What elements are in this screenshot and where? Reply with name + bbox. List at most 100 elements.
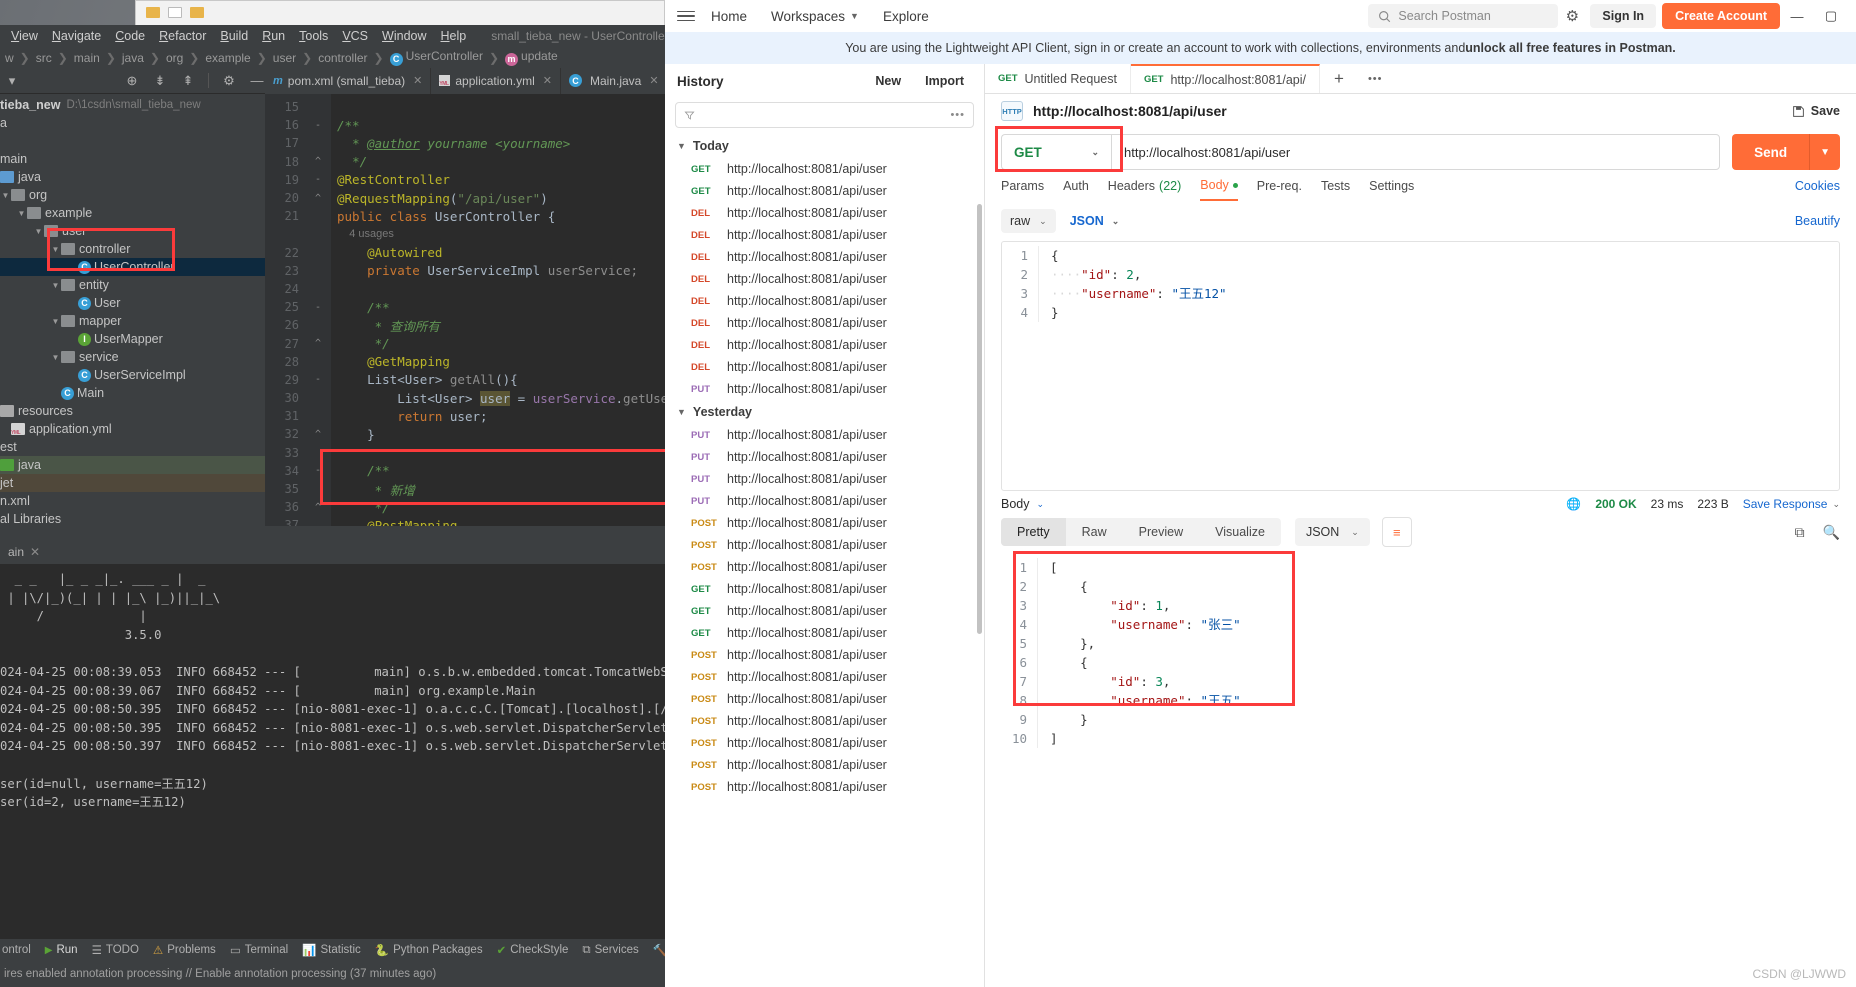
chevron-down-icon[interactable]: ▼: [50, 281, 61, 290]
breadcrumb-item-main[interactable]: main: [71, 51, 103, 65]
history-item[interactable]: POSThttp://localhost:8081/api/user: [665, 710, 984, 732]
response-view-raw[interactable]: Raw: [1066, 518, 1123, 546]
history-item[interactable]: GEThttp://localhost:8081/api/user: [665, 180, 984, 202]
hamburger-menu-icon[interactable]: [673, 3, 699, 29]
save-response-button[interactable]: Save Response ⌄: [1743, 497, 1840, 511]
tree-item-usermapper[interactable]: IUserMapper: [0, 330, 265, 348]
search-icon[interactable]: 🔍: [1823, 524, 1840, 541]
menu-item-view[interactable]: View: [4, 27, 45, 45]
tree-item-java[interactable]: java: [0, 456, 265, 474]
tree-item-org[interactable]: ▼org: [0, 186, 265, 204]
menu-item-window[interactable]: Window: [375, 27, 433, 45]
history-item[interactable]: POSThttp://localhost:8081/api/user: [665, 556, 984, 578]
menu-item-refactor[interactable]: Refactor: [152, 27, 213, 45]
fold-marker[interactable]: ^: [305, 338, 331, 349]
gear-icon[interactable]: ⚙: [221, 73, 237, 89]
tree-item-java[interactable]: java: [0, 168, 265, 186]
history-item[interactable]: PUThttp://localhost:8081/api/user: [665, 446, 984, 468]
status-item-build[interactable]: 🔨Build: [653, 943, 665, 957]
fold-marker[interactable]: -: [305, 302, 331, 313]
history-item[interactable]: GEThttp://localhost:8081/api/user: [665, 622, 984, 644]
tree-item-a[interactable]: a: [0, 114, 265, 132]
tree-item-entity[interactable]: ▼entity: [0, 276, 265, 294]
tree-item-n-xml[interactable]: n.xml: [0, 492, 265, 510]
chevron-down-icon[interactable]: ▾: [4, 73, 20, 89]
history-group-today[interactable]: ▼Today: [665, 134, 984, 158]
status-item-python-packages[interactable]: 🐍Python Packages: [375, 943, 483, 957]
breadcrumb-item-example[interactable]: example: [202, 51, 253, 65]
tree-item-main[interactable]: CMain: [0, 384, 265, 402]
request-subtab-auth[interactable]: Auth: [1063, 179, 1089, 200]
close-icon[interactable]: ✕: [413, 74, 422, 87]
history-item[interactable]: DELhttp://localhost:8081/api/user: [665, 312, 984, 334]
fold-marker[interactable]: -: [305, 174, 331, 185]
tree-item-jet[interactable]: jet: [0, 474, 265, 492]
tree-item-blank[interactable]: [0, 132, 265, 150]
history-item[interactable]: PUThttp://localhost:8081/api/user: [665, 468, 984, 490]
minimize-icon[interactable]: —: [249, 73, 265, 89]
tree-item-est[interactable]: est: [0, 438, 265, 456]
breadcrumb-item-w[interactable]: w: [2, 51, 17, 65]
collapse-all-icon[interactable]: ⇞: [180, 73, 196, 89]
request-subtab-pre-req-[interactable]: Pre-req.: [1257, 179, 1302, 200]
close-icon[interactable]: ✕: [649, 74, 658, 87]
history-item[interactable]: DELhttp://localhost:8081/api/user: [665, 290, 984, 312]
more-options-icon[interactable]: •••: [950, 109, 965, 121]
tree-item-userserviceimpl[interactable]: CUserServiceImpl: [0, 366, 265, 384]
history-scrollbar[interactable]: [977, 204, 982, 634]
banner-bold-text[interactable]: unlock all free features in Postman.: [1465, 41, 1675, 55]
tree-item-application-yml[interactable]: application.yml: [0, 420, 265, 438]
history-item[interactable]: POSThttp://localhost:8081/api/user: [665, 732, 984, 754]
fold-marker[interactable]: -: [305, 120, 331, 131]
menu-item-build[interactable]: Build: [213, 27, 255, 45]
close-icon[interactable]: ✕: [543, 74, 552, 87]
request-subtab-tests[interactable]: Tests: [1321, 179, 1350, 200]
history-item[interactable]: PUThttp://localhost:8081/api/user: [665, 490, 984, 512]
close-icon[interactable]: ✕: [30, 545, 40, 559]
history-group-yesterday[interactable]: ▼Yesterday: [665, 400, 984, 424]
code-editor[interactable]: 1516-/**17 * @author yourname <yourname>…: [265, 94, 665, 526]
history-item[interactable]: POSThttp://localhost:8081/api/user: [665, 688, 984, 710]
status-item-run[interactable]: ▶Run: [45, 944, 78, 956]
tree-item-usercontroller[interactable]: CUserController: [0, 258, 265, 276]
search-input[interactable]: Search Postman: [1368, 4, 1558, 28]
expand-all-icon[interactable]: ⇟: [152, 73, 168, 89]
tab-more-options-icon[interactable]: •••: [1358, 64, 1393, 93]
response-view-preview[interactable]: Preview: [1123, 518, 1199, 546]
status-item-statistic[interactable]: 📊Statistic: [302, 943, 361, 957]
menu-item-tools[interactable]: Tools: [292, 27, 335, 45]
send-options-chevron-icon[interactable]: ▼: [1809, 134, 1840, 170]
history-item[interactable]: POSThttp://localhost:8081/api/user: [665, 644, 984, 666]
run-tab-main[interactable]: ain ✕: [2, 545, 46, 559]
menu-item-navigate[interactable]: Navigate: [45, 27, 108, 45]
status-item-todo[interactable]: ☰TODO: [92, 943, 139, 957]
fold-marker[interactable]: ^: [305, 156, 331, 167]
history-item[interactable]: DELhttp://localhost:8081/api/user: [665, 202, 984, 224]
request-body-editor[interactable]: 1{2····"id": 2,3····"username": "王五12"4}: [1001, 241, 1840, 491]
response-format-select[interactable]: JSON ⌄: [1295, 518, 1370, 546]
method-select[interactable]: GET ⌄: [1001, 134, 1111, 170]
fold-marker[interactable]: -: [305, 374, 331, 385]
request-tab[interactable]: GETUntitled Request: [985, 64, 1131, 93]
wrap-lines-button[interactable]: ≡: [1382, 517, 1412, 547]
response-body-viewer[interactable]: 1[2 {3 "id": 1,4 "username": "张三"5 },6 {…: [1001, 553, 1840, 723]
response-view-segmented[interactable]: PrettyRawPreviewVisualize: [1001, 518, 1281, 546]
history-item[interactable]: DELhttp://localhost:8081/api/user: [665, 224, 984, 246]
history-item[interactable]: DELhttp://localhost:8081/api/user: [665, 246, 984, 268]
tree-item-mapper[interactable]: ▼mapper: [0, 312, 265, 330]
chevron-down-icon[interactable]: ⌄: [1037, 499, 1045, 510]
window-minimize-button[interactable]: —: [1780, 9, 1814, 24]
request-subtab-params[interactable]: Params: [1001, 179, 1044, 200]
history-item[interactable]: POSThttp://localhost:8081/api/user: [665, 534, 984, 556]
new-tab-button[interactable]: +: [1320, 64, 1358, 93]
import-button[interactable]: Import: [917, 70, 972, 92]
history-item[interactable]: POSThttp://localhost:8081/api/user: [665, 666, 984, 688]
chevron-down-icon[interactable]: ▼: [0, 191, 11, 200]
breadcrumb-item-java[interactable]: java: [119, 51, 147, 65]
nav-explore[interactable]: Explore: [871, 9, 941, 24]
body-format-select[interactable]: JSON ⌄: [1070, 214, 1120, 228]
beautify-button[interactable]: Beautify: [1795, 214, 1840, 228]
response-view-pretty[interactable]: Pretty: [1001, 518, 1066, 546]
editor-tab[interactable]: application.yml✕: [431, 68, 561, 94]
body-mode-select[interactable]: raw ⌄: [1001, 209, 1056, 233]
